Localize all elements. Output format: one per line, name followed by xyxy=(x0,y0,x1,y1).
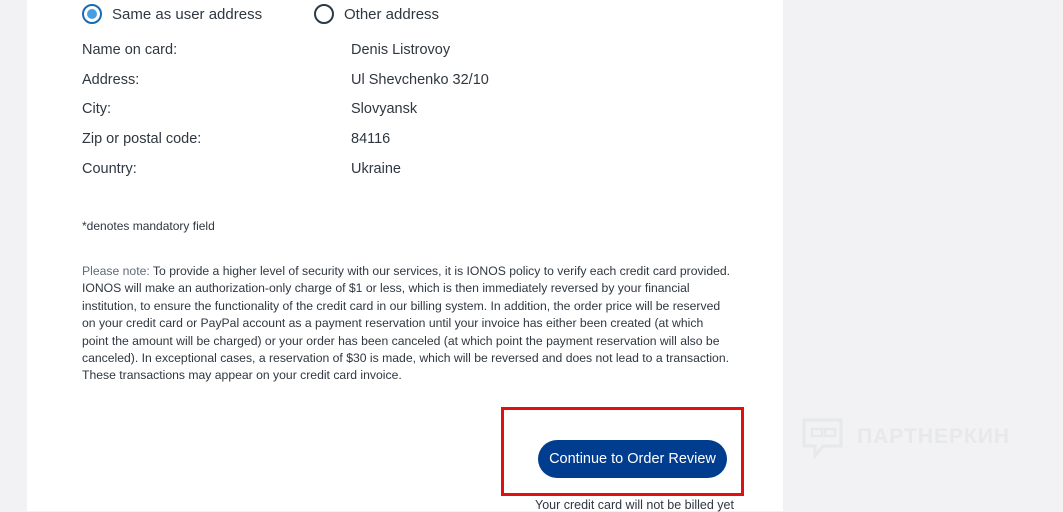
city-label: City: xyxy=(82,101,111,117)
radio-label-other-address: Other address xyxy=(344,5,440,23)
note-prefix: Please note: xyxy=(82,264,150,278)
name-on-card-label: Name on card: xyxy=(82,42,178,58)
radio-unchecked-icon[interactable] xyxy=(314,4,334,24)
country-label: Country: xyxy=(82,161,137,177)
address-value: Ul Shevchenko 32/10 xyxy=(351,72,489,88)
note-text: To provide a higher level of security wi… xyxy=(82,264,731,383)
city-value: Slovyansk xyxy=(351,101,418,117)
country-value: Ukraine xyxy=(351,161,401,177)
chat-bubble-logo-icon xyxy=(802,418,843,459)
mandatory-field-note: *denotes mandatory field xyxy=(82,219,215,233)
watermark: ПАРТНЕРКИН xyxy=(801,415,1010,459)
zip-label: Zip or postal code: xyxy=(82,131,202,147)
zip-value: 84116 xyxy=(351,131,391,147)
name-on-card-value: Denis Listrovoy xyxy=(351,42,451,58)
continue-to-order-review-button[interactable]: Continue to Order Review xyxy=(538,440,727,478)
radio-same-as-user-address[interactable]: Same as user address xyxy=(82,3,262,25)
radio-label-same-address: Same as user address xyxy=(112,5,263,23)
watermark-text: ПАРТНЕРКИН xyxy=(857,425,1011,448)
radio-other-address[interactable]: Other address xyxy=(314,3,439,25)
billing-note: Your credit card will not be billed yet xyxy=(535,498,734,512)
address-label: Address: xyxy=(82,72,140,88)
radio-checked-icon[interactable] xyxy=(82,4,102,24)
security-policy-note: Please note: To provide a higher level o… xyxy=(82,263,732,385)
